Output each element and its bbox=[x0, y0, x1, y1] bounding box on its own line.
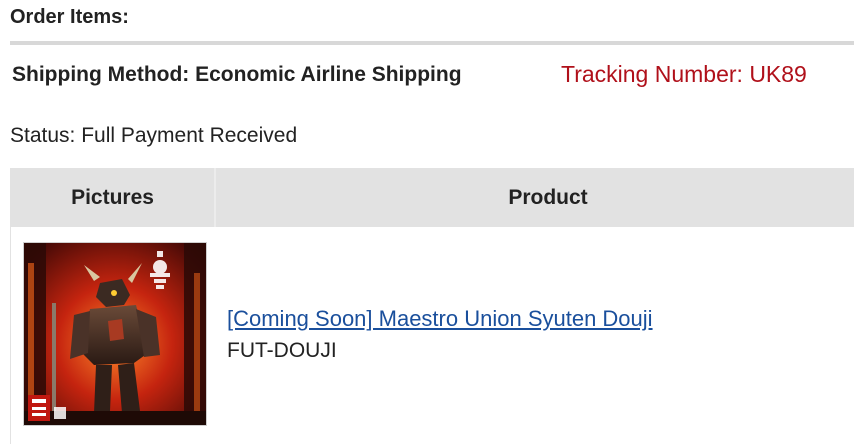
shipping-method-text: Shipping Method: Economic Airline Shippi… bbox=[12, 63, 462, 86]
tracking-number: Tracking Number: UK89 bbox=[561, 61, 807, 87]
product-info: [Coming Soon] Maestro Union Syuten Douji… bbox=[227, 306, 653, 363]
order-items-panel: Order Items: Shipping Method: Economic A… bbox=[0, 0, 854, 444]
product-sku: FUT-DOUJI bbox=[227, 339, 337, 362]
table-header: Pictures Product bbox=[11, 168, 854, 227]
product-photo-icon bbox=[24, 243, 206, 425]
divider bbox=[10, 41, 854, 45]
section-title: Order Items: bbox=[10, 6, 129, 28]
product-name-link[interactable]: [Coming Soon] Maestro Union Syuten Douji bbox=[227, 306, 653, 332]
table-row: [Coming Soon] Maestro Union Syuten Douji… bbox=[11, 227, 854, 444]
shipping-method: Shipping Method: Economic Airline Shippi… bbox=[12, 63, 462, 87]
column-header-pictures: Pictures bbox=[11, 168, 216, 227]
order-items-table: Pictures Product [Coming Soon] Maestro U… bbox=[10, 168, 854, 444]
order-status: Status: Full Payment Received bbox=[10, 124, 298, 147]
column-header-product: Product bbox=[508, 186, 588, 209]
product-thumbnail[interactable] bbox=[23, 242, 207, 426]
